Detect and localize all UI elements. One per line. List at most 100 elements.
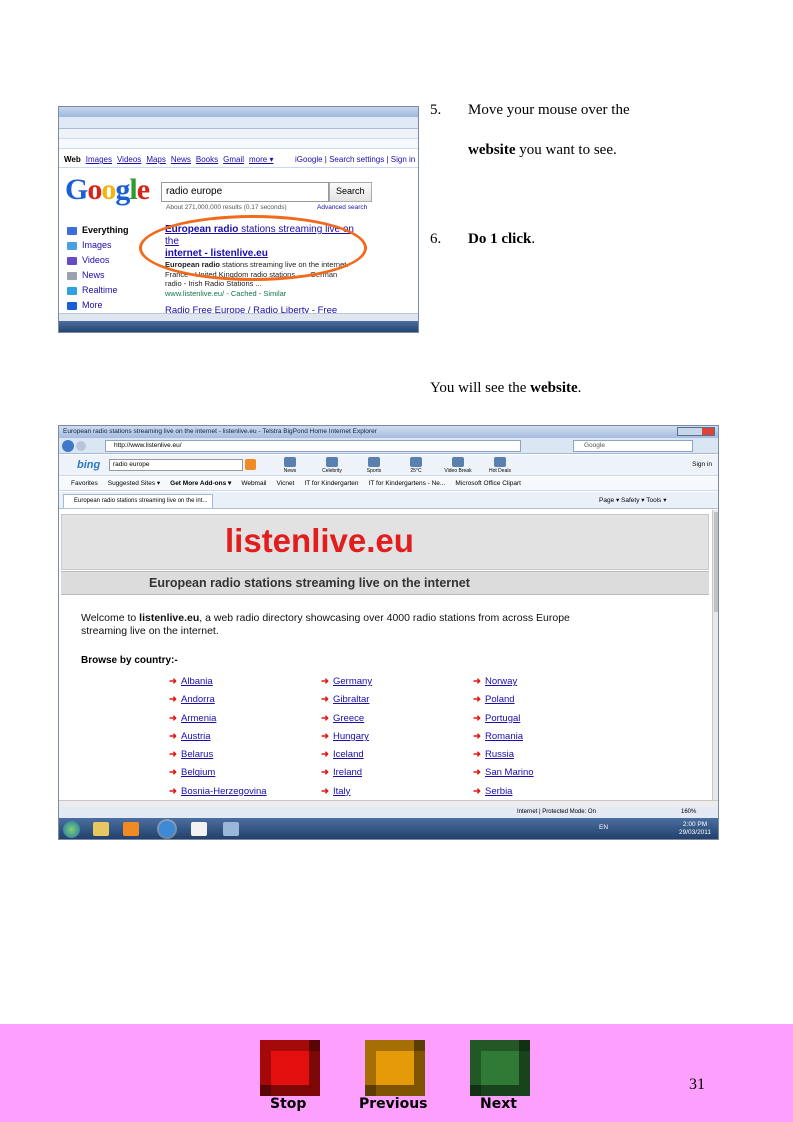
country-name: Poland [485,694,515,706]
country-link[interactable]: ➜ Germany [321,673,372,691]
forward-button-icon[interactable] [76,441,86,451]
bing-search-icon[interactable] [245,459,256,470]
bing-toolbar-item[interactable]: 25°C [399,457,433,474]
google-left-menu-item[interactable]: More [67,298,129,313]
google-left-menu-item[interactable]: Realtime [67,283,129,298]
google-nav-item[interactable]: more ▾ [249,155,273,164]
result-sentence: You will see the website. [430,380,582,396]
taskbar-icon-ie[interactable] [159,821,175,837]
country-link[interactable]: ➜ Norway [473,673,534,691]
google-nav-item[interactable]: Videos [117,155,141,164]
google-logo-letter: o [87,173,102,206]
red-arrow-icon: ➜ [473,785,481,797]
favorites-item[interactable]: Webmail [241,477,266,490]
favorites-item[interactable]: Get More Add-ons ▾ [170,477,231,490]
browse-heading: Browse by country:- [81,655,178,666]
taskbar-icon-explorer[interactable] [93,822,109,836]
favorites-item[interactable]: Microsoft Office Clipart [455,477,521,490]
google-nav-item[interactable]: Images [86,155,112,164]
language-indicator[interactable]: EN [599,824,608,831]
stop-label[interactable]: Stop [270,1096,306,1112]
country-link[interactable]: ➜ Italy [321,783,372,801]
site-subtitle-bar: European radio stations streaming live o… [61,571,709,595]
address-input[interactable]: http://www.listenlive.eu/ [105,440,521,452]
bing-toolbar-item[interactable]: Sports [357,457,391,474]
toolbar-item-label: News [283,468,297,474]
country-link[interactable]: ➜ Belarus [169,746,267,764]
country-link[interactable]: ➜ Albania [169,673,267,691]
country-link[interactable]: ➜ Armenia [169,710,267,728]
back-button-icon[interactable] [62,440,74,452]
window-controls[interactable] [677,427,715,436]
country-link[interactable]: ➜ Poland [473,691,534,709]
bing-search-input[interactable]: radio europe [109,459,243,471]
favorites-item[interactable]: Vicnet [276,477,294,490]
scrollbar-thumb[interactable] [714,512,718,612]
country-link[interactable]: ➜ Romania [473,728,534,746]
favorites-item[interactable]: IT for Kindergartens - Ne... [369,477,446,490]
google-search-button[interactable]: Search [329,182,372,202]
ie-status-bar: Internet | Protected Mode: On 160% [59,807,718,818]
google-results-count: About 271,000,000 results (0.17 seconds) [166,204,287,211]
country-link[interactable]: ➜ Andorra [169,691,267,709]
country-link[interactable]: ➜ Serbia [473,783,534,801]
google-left-menu-item[interactable]: Images [67,238,129,253]
taskbar-icon-word[interactable] [191,822,207,836]
google-nav-item[interactable]: Web [64,155,81,164]
country-link[interactable]: ➜ San Marino [473,764,534,782]
previous-label[interactable]: Previous [359,1096,428,1112]
google-search-input[interactable]: radio europe [161,182,329,202]
horizontal-scrollbar[interactable] [59,800,718,807]
vertical-scrollbar[interactable] [712,510,718,800]
google-nav-item[interactable]: Gmail [223,155,244,164]
favorites-item[interactable]: IT for Kindergarten [304,477,358,490]
listenlive-screenshot: European radio stations streaming live o… [58,425,719,840]
country-link[interactable]: ➜ Bosnia-Herzegovina [169,783,267,801]
google-left-menu-item[interactable]: Videos [67,253,129,268]
google-nav-item[interactable]: News [171,155,191,164]
next-label[interactable]: Next [480,1096,517,1112]
taskbar-icon-media[interactable] [123,822,139,836]
previous-button[interactable] [365,1040,425,1096]
command-bar[interactable]: Page ▾ Safety ▾ Tools ▾ [599,496,666,504]
country-name: Ireland [333,767,363,779]
toolbar-item-label: 25°C [410,468,422,474]
search-engine-input[interactable]: Google [573,440,693,452]
country-link[interactable]: ➜ Greece [321,710,372,728]
google-left-menu-item[interactable]: Everything [67,223,129,238]
red-arrow-icon: ➜ [169,767,177,779]
favorites-item[interactable]: Favorites [71,477,98,490]
bing-toolbar-item[interactable]: Video Break [441,457,475,474]
country-link[interactable]: ➜ Iceland [321,746,372,764]
country-link[interactable]: ➜ Austria [169,728,267,746]
country-link[interactable]: ➜ Russia [473,746,534,764]
zoom-level[interactable]: 160% [681,807,696,818]
google-nav-item[interactable]: Books [196,155,218,164]
stop-button[interactable] [260,1040,320,1096]
bing-sign-in[interactable]: Sign in [692,461,712,468]
google-logo-letter: G [65,173,88,206]
country-link[interactable]: ➜ Belgium [169,764,267,782]
favorites-item[interactable]: Suggested Sites ▾ [108,477,160,490]
google-left-menu: Everything Images Videos News Realtime More [67,223,129,313]
country-name: Gibraltar [333,694,370,706]
country-link[interactable]: ➜ Hungary [321,728,372,746]
bing-toolbar-item[interactable]: Hot Deals [483,457,517,474]
google-advanced-link[interactable]: Advanced search [317,204,367,211]
country-link[interactable]: ➜ Ireland [321,764,372,782]
next-button[interactable] [470,1040,530,1096]
taskbar-icon-paint[interactable] [223,822,239,836]
active-tab[interactable]: European radio stations streaming live o… [63,494,213,508]
bing-toolbar-item[interactable]: Celebrity [315,457,349,474]
bing-toolbar-item[interactable]: News [273,457,307,474]
toolbar-item-icon [452,457,464,467]
country-link[interactable]: ➜ Gibraltar [321,691,372,709]
red-arrow-icon: ➜ [169,785,177,797]
google-left-menu-item[interactable]: News [67,268,129,283]
clock: 2:00 PM 29/03/2011 [679,821,712,836]
status-text: Internet | Protected Mode: On [517,809,596,815]
google-nav-item[interactable]: Maps [146,155,166,164]
start-button-icon[interactable] [63,821,80,838]
next-button-face [481,1051,519,1085]
country-link[interactable]: ➜ Portugal [473,710,534,728]
